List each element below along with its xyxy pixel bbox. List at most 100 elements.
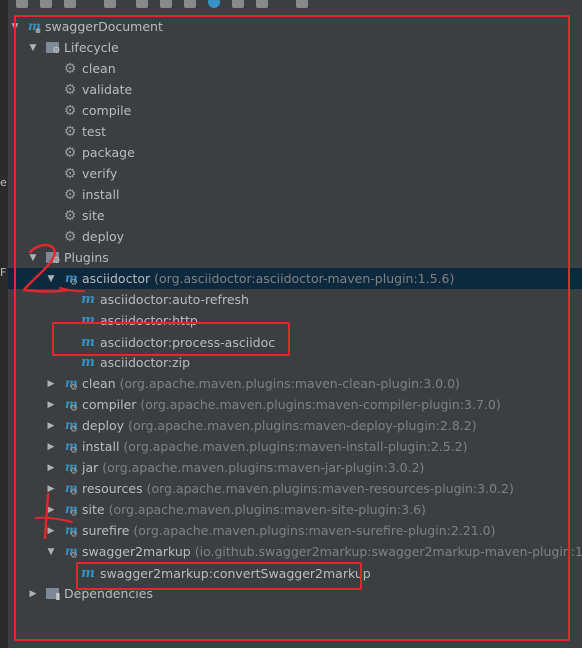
lifecycle-item[interactable]: ⚙ site: [8, 205, 582, 226]
gear-icon: ⚙: [63, 228, 77, 245]
tree-row-plugin-swagger2markup[interactable]: ▼ m ⚙ swagger2markup (io.github.swagger2m…: [8, 541, 582, 562]
tree-row-dependencies[interactable]: ▶ ▮ Dependencies: [8, 583, 582, 604]
maven-plugin-icon: m ⚙: [65, 270, 78, 288]
lifecycle-item-label: validate: [82, 82, 133, 97]
collapsed-arrow-icon[interactable]: ▶: [46, 484, 56, 494]
collapse-icon[interactable]: [256, 0, 268, 8]
tree-row-plugin[interactable]: ▶ m ⚙ compiler (org.apache.maven.plugins:…: [8, 394, 582, 415]
maven-toolbar: [8, 0, 582, 10]
collapsed-arrow-icon[interactable]: ▶: [46, 505, 56, 515]
plugin-coordinates: (org.apache.maven.plugins:maven-surefire…: [133, 523, 496, 538]
expanded-arrow-icon[interactable]: ▼: [28, 43, 38, 53]
gear-icon: ⚙: [63, 81, 77, 98]
expanded-arrow-icon[interactable]: ▼: [28, 253, 38, 263]
gear-icon: ⚙: [63, 144, 77, 161]
collapsed-arrow-icon[interactable]: ▶: [46, 400, 56, 410]
dependencies-label: Dependencies: [64, 586, 153, 601]
collapsed-arrow-icon[interactable]: ▶: [46, 442, 56, 452]
collapsed-arrow-icon[interactable]: ▶: [46, 526, 56, 536]
collapsed-arrow-icon[interactable]: ▶: [46, 379, 56, 389]
plugins-label: Plugins: [64, 250, 109, 265]
tree-row-plugins[interactable]: ▼ ⚙ Plugins: [8, 247, 582, 268]
gear-icon: ⚙: [63, 123, 77, 140]
expanded-arrow-icon[interactable]: ▼: [46, 547, 56, 557]
plugin-coordinates: (org.apache.maven.plugins:maven-compiler…: [140, 397, 501, 412]
plugins-folder-icon: ⚙: [45, 251, 61, 266]
gear-icon: ⚙: [63, 60, 77, 77]
left-edge-glyph: e: [0, 176, 7, 189]
lifecycle-item[interactable]: ⚙ validate: [8, 79, 582, 100]
tree-row-plugin-asciidoctor[interactable]: ▼ m ⚙ asciidoctor (org.asciidoctor:asciid…: [8, 268, 582, 289]
maven-plugin-icon: m ⚙: [65, 543, 78, 561]
goal-label: asciidoctor:auto-refresh: [100, 292, 249, 307]
plugin-coordinates: (org.apache.maven.plugins:maven-site-plu…: [108, 502, 426, 517]
maven-project-icon: m ▪: [28, 18, 41, 36]
plugin-goal[interactable]: m asciidoctor:process-asciidoc: [8, 332, 582, 353]
maven-goal-icon: m: [81, 354, 95, 370]
lifecycle-item-label: test: [82, 124, 107, 139]
lifecycle-item[interactable]: ⚙ install: [8, 184, 582, 205]
plugin-goal[interactable]: m asciidoctor:http: [8, 310, 582, 331]
maven-plugin-icon: m ⚙: [65, 438, 78, 456]
plugin-name: deploy: [82, 418, 125, 433]
plugin-label: resources (org.apache.maven.plugins:mave…: [82, 481, 514, 496]
lifecycle-item[interactable]: ⚙ verify: [8, 163, 582, 184]
lifecycle-item-label: package: [82, 145, 135, 160]
refresh-icon[interactable]: [16, 0, 28, 8]
toggle-offline-icon[interactable]: [184, 0, 196, 8]
plugin-coordinates: (org.apache.maven.plugins:maven-resource…: [146, 481, 514, 496]
expanded-arrow-icon[interactable]: ▼: [46, 274, 56, 284]
plugin-label: compiler (org.apache.maven.plugins:maven…: [82, 397, 501, 412]
tree-row-plugin[interactable]: ▶ m ⚙ install (org.apache.maven.plugins:m…: [8, 436, 582, 457]
plugin-goal[interactable]: m asciidoctor:auto-refresh: [8, 289, 582, 310]
lifecycle-item-label: site: [82, 208, 105, 223]
reimport-icon[interactable]: [40, 0, 52, 8]
tree-row-project[interactable]: ▼ m ▪ swaggerDocument: [8, 16, 582, 37]
project-name: swaggerDocument: [45, 19, 163, 34]
gear-icon: ⚙: [63, 102, 77, 119]
left-edge-strip: e F: [0, 0, 8, 648]
maven-goal-icon: m: [81, 312, 95, 328]
plugin-goal[interactable]: m swagger2markup:convertSwagger2markup: [8, 563, 582, 584]
plugin-goal[interactable]: m asciidoctor:zip: [8, 352, 582, 373]
lifecycle-label: Lifecycle: [64, 40, 119, 55]
collapsed-arrow-icon[interactable]: ▶: [46, 463, 56, 473]
tree-row-plugin[interactable]: ▶ m ⚙ jar (org.apache.maven.plugins:maven…: [8, 457, 582, 478]
tree-row-lifecycle[interactable]: ▼ ⚙ Lifecycle: [8, 37, 582, 58]
settings-icon[interactable]: [296, 0, 308, 8]
plugin-label: deploy (org.apache.maven.plugins:maven-d…: [82, 418, 477, 433]
goal-label: asciidoctor:process-asciidoc: [100, 335, 276, 350]
download-icon[interactable]: [104, 0, 116, 8]
add-icon[interactable]: [64, 0, 76, 8]
tree-row-plugin[interactable]: ▶ m ⚙ deploy (org.apache.maven.plugins:ma…: [8, 415, 582, 436]
collapsed-arrow-icon[interactable]: ▶: [28, 589, 38, 599]
expanded-arrow-icon[interactable]: ▼: [10, 22, 20, 32]
lifecycle-item[interactable]: ⚙ test: [8, 121, 582, 142]
plugin-coordinates: (io.github.swagger2markup:swagger2markup…: [194, 544, 582, 559]
skip-tests-icon[interactable]: [208, 0, 220, 8]
lifecycle-item-label: verify: [82, 166, 118, 181]
tree-row-plugin[interactable]: ▶ m ⚙ clean (org.apache.maven.plugins:mav…: [8, 373, 582, 394]
maven-goal-icon: m: [81, 291, 95, 307]
maven-icon[interactable]: [160, 0, 172, 8]
plugin-label: jar (org.apache.maven.plugins:maven-jar-…: [82, 460, 424, 475]
plugin-coordinates: (org.asciidoctor:asciidoctor-maven-plugi…: [154, 271, 455, 286]
gear-icon: ⚙: [63, 165, 77, 182]
plugin-name: jar: [82, 460, 99, 475]
lifecycle-item[interactable]: ⚙ clean: [8, 58, 582, 79]
lifecycle-item-label: deploy: [82, 229, 125, 244]
plugin-name: clean: [82, 376, 116, 391]
show-dependencies-icon[interactable]: [232, 0, 244, 8]
lifecycle-item-label: install: [82, 187, 120, 202]
collapsed-arrow-icon[interactable]: ▶: [46, 421, 56, 431]
run-icon[interactable]: [136, 0, 148, 8]
tree-row-plugin[interactable]: ▶ m ⚙ site (org.apache.maven.plugins:mave…: [8, 499, 582, 520]
tree-row-plugin[interactable]: ▶ m ⚙ surefire (org.apache.maven.plugins:…: [8, 520, 582, 541]
maven-goal-icon: m: [81, 565, 95, 581]
lifecycle-item[interactable]: ⚙ compile: [8, 100, 582, 121]
lifecycle-item[interactable]: ⚙ deploy: [8, 226, 582, 247]
tree-row-plugin[interactable]: ▶ m ⚙ resources (org.apache.maven.plugins…: [8, 478, 582, 499]
lifecycle-item[interactable]: ⚙ package: [8, 142, 582, 163]
lifecycle-folder-icon: ⚙: [45, 41, 61, 56]
dependencies-folder-icon: ▮: [45, 587, 61, 602]
